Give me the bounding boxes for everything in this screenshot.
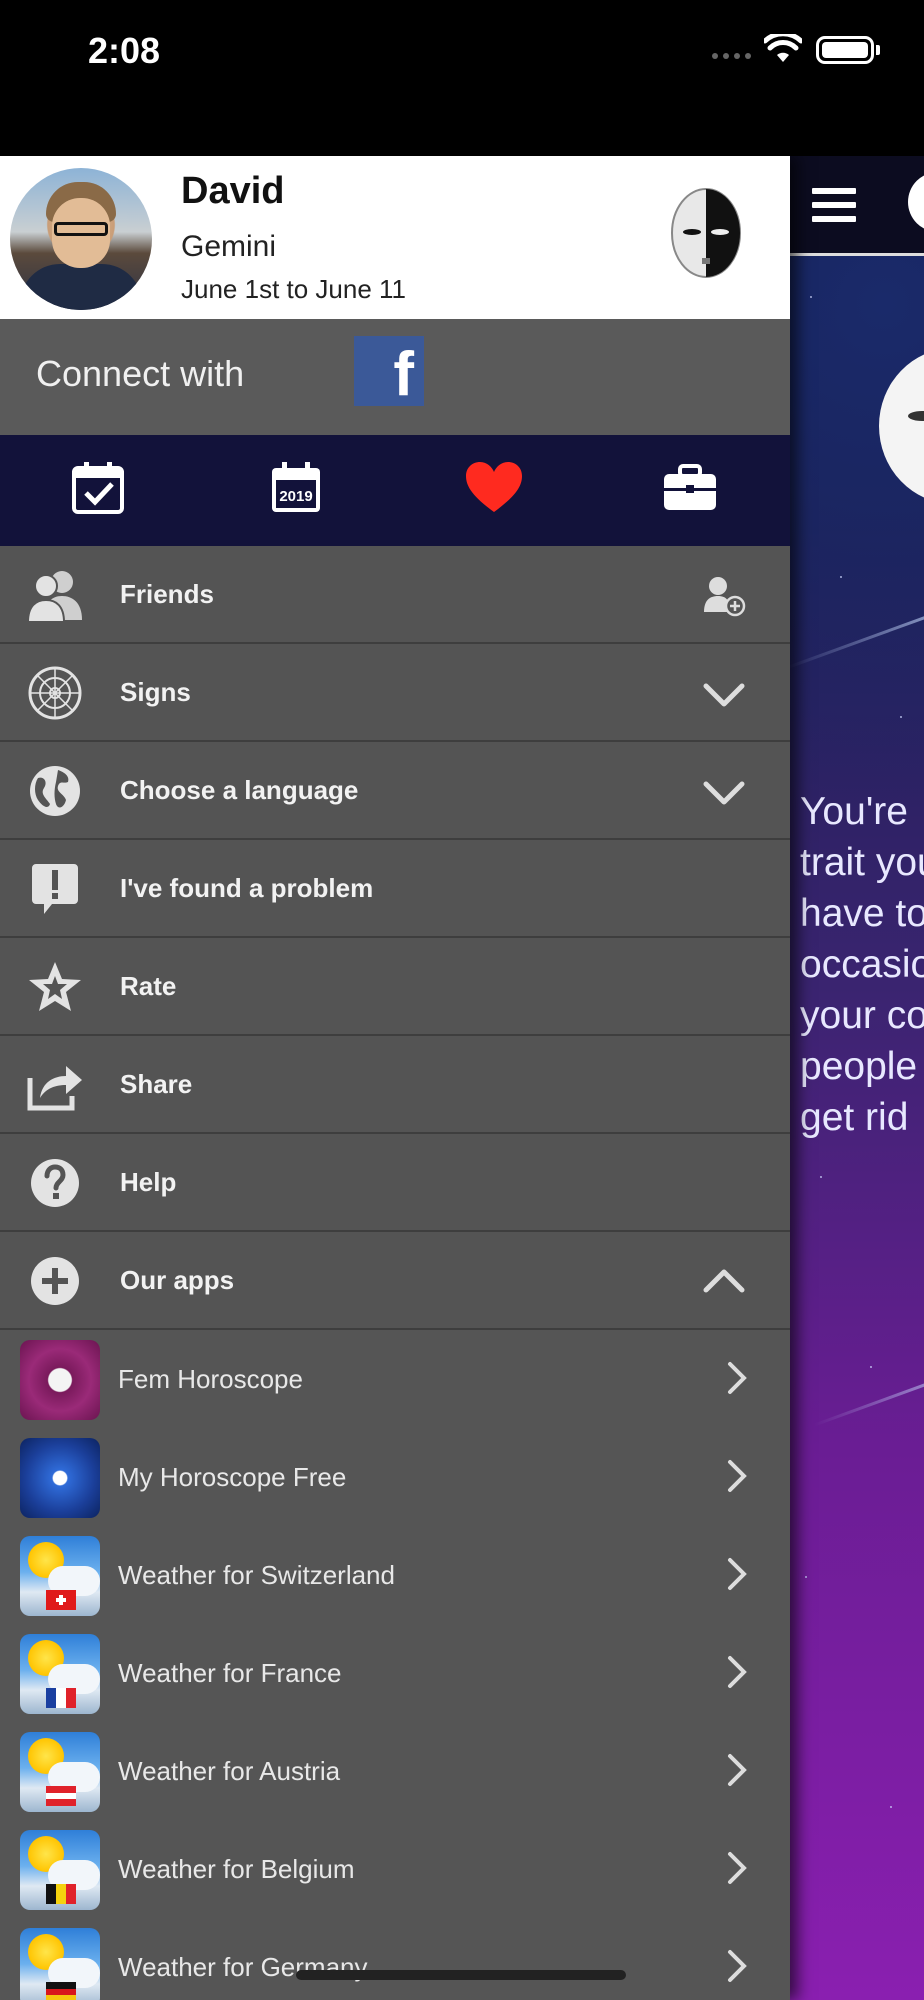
friends-icon xyxy=(26,571,82,622)
cellular-signal-icon xyxy=(712,53,751,59)
facebook-icon[interactable]: f xyxy=(354,336,424,409)
chevron-right-icon xyxy=(728,1852,747,1884)
menu-item-label: Rate xyxy=(120,971,177,1001)
main-header xyxy=(790,156,924,256)
add-friend-icon[interactable] xyxy=(702,574,746,618)
side-drawer: David Gemini June 1st to June 11 Connect… xyxy=(0,156,790,2000)
app-item-weather-belgium[interactable]: Weather for Belgium xyxy=(0,1820,790,1918)
status-time: 2:08 xyxy=(88,30,161,71)
weather-austria-app-icon xyxy=(20,1732,100,1812)
menu-item-label: Share xyxy=(120,1069,193,1099)
exclamation-bubble-icon xyxy=(32,864,78,914)
main-content-peek[interactable]: You're trait you have to occasio your co… xyxy=(790,156,924,2000)
profile-header[interactable]: David Gemini June 1st to June 11 xyxy=(0,156,790,319)
menu-item-label: I've found a problem xyxy=(120,873,374,903)
weather-germany-app-icon xyxy=(20,1928,100,2000)
weather-belgium-app-icon xyxy=(20,1830,100,1910)
chevron-right-icon xyxy=(728,1950,747,1982)
app-item-fem-horoscope[interactable]: Fem Horoscope xyxy=(0,1330,790,1428)
menu-item-language[interactable]: Choose a language xyxy=(0,742,790,840)
menu-item-label: Help xyxy=(120,1167,177,1197)
profile-sign-dates: June 1st to June 11 xyxy=(181,274,407,304)
wifi-icon xyxy=(764,34,802,62)
app-item-weather-germany[interactable]: Weather for Germany xyxy=(0,1918,790,2000)
mask-logo-icon xyxy=(671,188,741,278)
profile-sign: Gemini xyxy=(181,230,277,263)
menu-item-share[interactable]: Share xyxy=(0,1036,790,1134)
menu-item-label: Friends xyxy=(120,579,214,609)
connect-section: Connect with f xyxy=(0,319,790,435)
app-item-weather-france[interactable]: Weather for France xyxy=(0,1624,790,1722)
battery-icon xyxy=(816,36,874,64)
shooting-star xyxy=(790,605,924,670)
menu-item-problem[interactable]: I've found a problem xyxy=(0,840,790,938)
my-horoscope-app-icon xyxy=(20,1438,100,1518)
home-indicator[interactable] xyxy=(296,1970,626,1980)
chevron-right-icon xyxy=(728,1754,747,1786)
heart-icon[interactable] xyxy=(464,460,524,516)
menu-item-label: Our apps xyxy=(120,1265,235,1295)
calendar-year: 2019 xyxy=(279,488,312,505)
mask-illustration xyxy=(879,354,924,498)
calendar-check-icon[interactable] xyxy=(70,460,126,516)
avatar[interactable] xyxy=(10,168,152,310)
app-label: My Horoscope Free xyxy=(118,1462,347,1492)
chevron-right-icon xyxy=(728,1558,747,1590)
plus-circle-icon xyxy=(31,1257,79,1305)
chevron-down-icon[interactable] xyxy=(702,672,746,716)
hamburger-menu-icon[interactable] xyxy=(812,188,856,230)
menu-item-label: Signs xyxy=(120,677,191,707)
app-label: Weather for Austria xyxy=(118,1756,341,1786)
shooting-star xyxy=(814,1368,924,1427)
horoscope-text-peek: You're trait you have to occasio your co… xyxy=(800,790,924,1139)
globe-icon xyxy=(30,766,80,816)
menu-item-signs[interactable]: Signs xyxy=(0,644,790,742)
app-item-weather-austria[interactable]: Weather for Austria xyxy=(0,1722,790,1820)
app-item-weather-switzerland[interactable]: Weather for Switzerland xyxy=(0,1526,790,1624)
chevron-right-icon xyxy=(728,1362,747,1394)
share-icon xyxy=(27,1066,82,1111)
app-label: Weather for Belgium xyxy=(118,1854,355,1884)
menu-list: Friends Signs Choose a language I've fou… xyxy=(0,546,790,2000)
menu-item-help[interactable]: Help xyxy=(0,1134,790,1232)
chevron-right-icon xyxy=(728,1460,747,1492)
menu-item-our-apps[interactable]: Our apps xyxy=(0,1232,790,1330)
status-bar: 2:08 xyxy=(0,0,924,156)
main-avatar[interactable] xyxy=(908,172,924,232)
connect-label: Connect with xyxy=(36,353,245,394)
menu-item-label: Choose a language xyxy=(120,775,359,805)
menu-item-friends[interactable]: Friends xyxy=(0,546,790,644)
weather-france-app-icon xyxy=(20,1634,100,1714)
profile-name: David xyxy=(181,170,285,212)
fem-horoscope-app-icon xyxy=(20,1340,100,1420)
app-label: Weather for Switzerland xyxy=(118,1560,395,1590)
chevron-down-icon[interactable] xyxy=(702,770,746,814)
briefcase-icon[interactable] xyxy=(662,460,718,516)
chevron-right-icon xyxy=(728,1656,747,1688)
app-label: Weather for France xyxy=(118,1658,342,1688)
weather-switzerland-app-icon xyxy=(20,1536,100,1616)
help-icon xyxy=(31,1159,79,1207)
calendar-2019-icon[interactable]: 2019 xyxy=(268,460,324,516)
zodiac-wheel-icon xyxy=(28,666,82,720)
battery-tip xyxy=(876,45,880,55)
chevron-up-icon[interactable] xyxy=(702,1260,746,1304)
app-label: Fem Horoscope xyxy=(118,1364,303,1394)
quick-icon-bar: 2019 xyxy=(0,435,790,546)
star-icon xyxy=(29,962,81,1011)
menu-item-rate[interactable]: Rate xyxy=(0,938,790,1036)
app-item-my-horoscope[interactable]: My Horoscope Free xyxy=(0,1428,790,1526)
